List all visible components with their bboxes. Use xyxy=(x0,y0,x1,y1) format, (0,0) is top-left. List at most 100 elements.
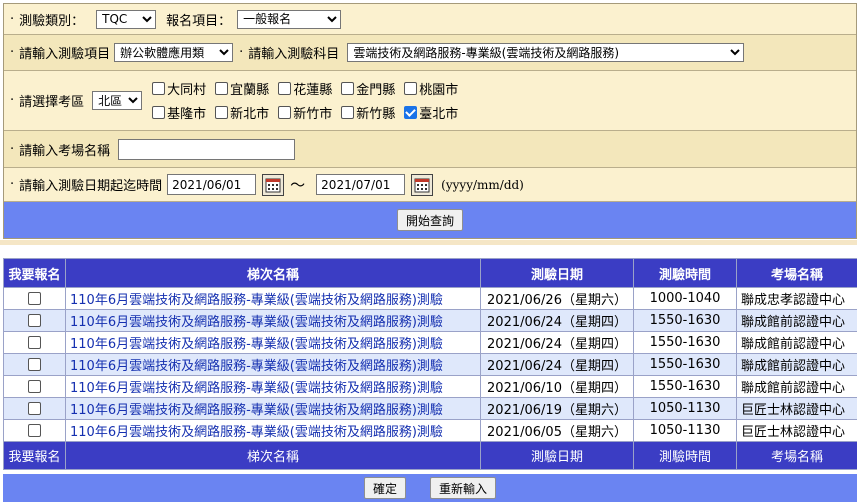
time-cell: 1050-1130 xyxy=(633,419,737,442)
search-form: · 測驗類別： TQC 報名項目： 一般報名 · 請輸入測驗項目 辦公軟體應用類… xyxy=(3,3,857,239)
col-header-register: 我要報名 xyxy=(3,258,66,288)
checkbox-icon[interactable] xyxy=(404,82,418,95)
session-name-cell[interactable]: 110年6月雲端技術及網路服務-專業級(雲端技術及網路服務)測驗 xyxy=(65,309,481,332)
area-checkbox-label: 桃園市 xyxy=(419,83,459,98)
bullet: · xyxy=(239,45,244,60)
checkbox-icon[interactable] xyxy=(278,106,292,119)
area-checkbox-group: 大同村 宜蘭縣 花蓮縣 金門縣 桃園市 基隆市 新北市 新竹市 新竹縣 臺北市 xyxy=(152,77,467,125)
register-cell xyxy=(3,397,66,420)
table-row: 110年6月雲端技術及網路服務-專業級(雲端技術及網路服務)測驗 2021/06/… xyxy=(3,397,857,420)
confirm-button[interactable]: 確定 xyxy=(363,477,406,499)
col-footer-venue: 考場名稱 xyxy=(736,441,857,470)
row-venue: · 請輸入考場名稱 xyxy=(4,131,856,168)
area-checkbox-label: 花蓮縣 xyxy=(293,83,333,98)
date-to-input[interactable] xyxy=(316,174,406,195)
area-checkbox-label: 金門縣 xyxy=(356,83,396,98)
area-checkbox[interactable]: 花蓮縣 xyxy=(278,79,332,98)
register-cell xyxy=(3,287,66,310)
session-name-cell[interactable]: 110年6月雲端技術及網路服務-專業級(雲端技術及網路服務)測驗 xyxy=(65,353,481,376)
date-from-input[interactable] xyxy=(167,174,257,195)
area-select[interactable]: 北區 xyxy=(92,91,143,110)
test-item-select[interactable]: 辦公軟體應用類 xyxy=(114,43,234,62)
register-cell xyxy=(3,331,66,354)
area-checkbox-label: 大同村 xyxy=(167,83,207,98)
col-footer-time: 測驗時間 xyxy=(633,441,737,470)
session-name-cell[interactable]: 110年6月雲端技術及網路服務-專業級(雲端技術及網路服務)測驗 xyxy=(65,397,481,420)
checkbox-icon[interactable] xyxy=(278,82,292,95)
time-cell: 1050-1130 xyxy=(633,397,737,420)
checkbox-icon[interactable] xyxy=(152,106,166,119)
col-header-venue: 考場名稱 xyxy=(736,258,857,288)
date-cell: 2021/06/19（星期六） xyxy=(480,397,634,420)
area-checkbox[interactable]: 桃園市 xyxy=(404,79,458,98)
register-checkbox[interactable] xyxy=(28,314,41,327)
area-checkbox[interactable]: 宜蘭縣 xyxy=(215,79,269,98)
row-area: · 請選擇考區 北區 大同村 宜蘭縣 花蓮縣 金門縣 桃園市 基隆市 新北市 新竹市 新竹縣 臺… xyxy=(4,71,856,131)
bullet: · xyxy=(10,93,15,108)
area-checkbox[interactable]: 大同村 xyxy=(152,79,206,98)
venue-input[interactable] xyxy=(118,138,296,160)
session-name-cell[interactable]: 110年6月雲端技術及網路服務-專業級(雲端技術及網路服務)測驗 xyxy=(65,375,481,398)
date-label: 請輸入測驗日期起迄時間 xyxy=(19,179,163,194)
venue-cell: 聯成館前認證中心 xyxy=(736,331,857,354)
checkbox-icon[interactable] xyxy=(215,82,229,95)
venue-cell: 聯成館前認證中心 xyxy=(736,309,857,332)
table-row: 110年6月雲端技術及網路服務-專業級(雲端技術及網路服務)測驗 2021/06/… xyxy=(3,309,857,332)
venue-cell: 聯成館前認證中心 xyxy=(736,375,857,398)
area-checkbox[interactable]: 金門縣 xyxy=(341,79,395,98)
calendar-icon[interactable] xyxy=(411,173,434,196)
area-checkbox[interactable]: 臺北市 xyxy=(404,103,458,122)
table-row: 110年6月雲端技術及網路服務-專業級(雲端技術及網路服務)測驗 2021/06/… xyxy=(3,331,857,354)
results-table: 我要報名 梯次名稱 測驗日期 測驗時間 考場名稱 110年6月雲端技術及網路服務… xyxy=(3,258,857,470)
register-checkbox[interactable] xyxy=(28,402,41,415)
area-checkbox[interactable]: 新北市 xyxy=(215,103,269,122)
bullet: · xyxy=(10,177,15,192)
reset-button[interactable]: 重新輸入 xyxy=(430,477,497,499)
checkbox-icon[interactable] xyxy=(341,82,355,95)
venue-cell: 聯成忠孝認證中心 xyxy=(736,287,857,310)
checkbox-icon[interactable] xyxy=(152,82,166,95)
checkbox-icon[interactable] xyxy=(341,106,355,119)
date-cell: 2021/06/24（星期四） xyxy=(480,353,634,376)
table-footer-row: 我要報名 梯次名稱 測驗日期 測驗時間 考場名稱 xyxy=(3,441,857,470)
col-footer-date: 測驗日期 xyxy=(480,441,634,470)
calendar-icon[interactable] xyxy=(262,173,285,196)
category-label: 測驗類別： xyxy=(19,13,85,29)
reg-item-select[interactable]: 一般報名 xyxy=(237,9,342,29)
time-cell: 1550-1630 xyxy=(633,375,737,398)
session-name-cell[interactable]: 110年6月雲端技術及網路服務-專業級(雲端技術及網路服務)測驗 xyxy=(65,419,481,442)
table-header-row: 我要報名 梯次名稱 測驗日期 測驗時間 考場名稱 xyxy=(3,258,857,288)
register-checkbox[interactable] xyxy=(28,424,41,437)
col-header-date: 測驗日期 xyxy=(480,258,634,288)
col-header-session: 梯次名稱 xyxy=(65,258,481,288)
venue-cell: 巨匠士林認證中心 xyxy=(736,397,857,420)
category-select[interactable]: TQC xyxy=(96,9,157,29)
session-name-cell[interactable]: 110年6月雲端技術及網路服務-專業級(雲端技術及網路服務)測驗 xyxy=(65,331,481,354)
area-checkbox[interactable]: 新竹縣 xyxy=(341,103,395,122)
checkbox-icon[interactable] xyxy=(404,106,418,119)
register-cell xyxy=(3,309,66,332)
subject-select[interactable]: 雲端技術及網路服務-專業級(雲端技術及網路服務) xyxy=(347,43,745,62)
time-cell: 1000-1040 xyxy=(633,287,737,310)
search-button[interactable]: 開始查詢 xyxy=(396,209,463,231)
area-checkbox-label: 新竹縣 xyxy=(356,107,396,122)
col-footer-session: 梯次名稱 xyxy=(65,441,481,470)
action-bar: 確定 重新輸入 xyxy=(3,474,857,502)
date-cell: 2021/06/24（星期四） xyxy=(480,331,634,354)
register-checkbox[interactable] xyxy=(28,336,41,349)
area-checkbox-label: 宜蘭縣 xyxy=(230,83,270,98)
checkbox-icon[interactable] xyxy=(215,106,229,119)
register-checkbox[interactable] xyxy=(28,358,41,371)
table-row: 110年6月雲端技術及網路服務-專業級(雲端技術及網路服務)測驗 2021/06/… xyxy=(3,353,857,376)
row-category: · 測驗類別： TQC 報名項目： 一般報名 xyxy=(4,4,856,35)
session-name-cell[interactable]: 110年6月雲端技術及網路服務-專業級(雲端技術及網路服務)測驗 xyxy=(65,287,481,310)
register-checkbox[interactable] xyxy=(28,292,41,305)
date-cell: 2021/06/26（星期六） xyxy=(480,287,634,310)
area-checkbox[interactable]: 基隆市 xyxy=(152,103,206,122)
register-cell xyxy=(3,375,66,398)
area-checkbox[interactable]: 新竹市 xyxy=(278,103,332,122)
time-cell: 1550-1630 xyxy=(633,353,737,376)
search-bar: 開始查詢 xyxy=(4,202,856,238)
register-checkbox[interactable] xyxy=(28,380,41,393)
bullet: · xyxy=(10,45,15,60)
